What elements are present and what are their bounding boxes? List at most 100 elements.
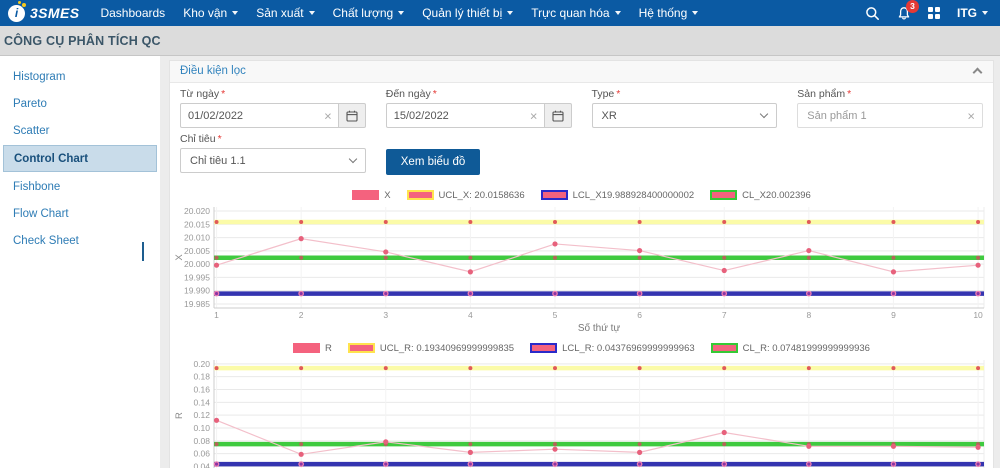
required-mark: * (433, 88, 437, 100)
legend-item[interactable]: LCL_R: 0.04376969999999963 (530, 343, 695, 354)
sidebar-item-fishbone[interactable]: Fishbone (0, 173, 160, 200)
collapse-panel-icon[interactable] (973, 68, 983, 78)
nav-item-label: Dashboards (100, 6, 165, 20)
sidebar-item-flow-chart[interactable]: Flow Chart (0, 200, 160, 227)
legend-label: UCL_R: 0.19340969999999835 (380, 343, 514, 354)
legend-swatch-icon (293, 343, 320, 353)
criteria-field: Chỉ tiêu* Chỉ tiêu 1.1 (180, 133, 366, 175)
sidebar-item-pareto[interactable]: Pareto (0, 90, 160, 117)
svg-text:0.18: 0.18 (193, 372, 210, 382)
legend-swatch-icon (530, 343, 557, 353)
svg-text:20.005: 20.005 (184, 246, 210, 256)
app-logo[interactable]: i 3SMES (8, 5, 79, 22)
nav-item-kho-van[interactable]: Kho vận (174, 0, 247, 26)
type-field: Type* XR (592, 88, 778, 128)
product-field: Sản phẩm* Sản phẩm 1 × (797, 88, 983, 128)
filter-panel-title: Điều kiện lọc (180, 65, 246, 77)
svg-text:19.985: 19.985 (184, 299, 210, 309)
required-mark: * (218, 133, 222, 145)
sidebar-collapse-icon[interactable] (139, 242, 151, 254)
nav-item-he-thong[interactable]: Hệ thống (630, 0, 708, 26)
nav-item-label: Kho vận (183, 6, 227, 20)
required-mark: * (847, 88, 851, 100)
type-label: Type (592, 88, 615, 100)
chevron-down-icon (398, 11, 404, 15)
nav-item-label: Hệ thống (639, 6, 688, 20)
chevron-down-icon (349, 155, 357, 163)
chevron-down-icon (615, 11, 621, 15)
legend-item[interactable]: CL_R: 0.07481999999999936 (711, 343, 870, 354)
notification-badge: 3 (906, 0, 919, 13)
from-date-input[interactable] (180, 103, 339, 128)
r-chart-legend: R UCL_R: 0.19340969999999835 LCL_R: 0.0437… (174, 341, 989, 355)
legend-item[interactable]: LCL_X19.988928400000002 (541, 190, 695, 201)
sidebar-item-control-chart[interactable]: Control Chart (3, 145, 157, 172)
nav-item-dashboards[interactable]: Dashboards (91, 0, 174, 26)
svg-text:19.990: 19.990 (184, 286, 210, 296)
svg-text:2: 2 (299, 310, 304, 320)
nav-item-chat-luong[interactable]: Chất lượng (324, 0, 414, 26)
sidebar-item-histogram[interactable]: Histogram (0, 63, 160, 90)
legend-swatch-icon (541, 190, 568, 200)
to-date-input[interactable] (386, 103, 545, 128)
legend-swatch-icon (348, 343, 375, 353)
legend-label: LCL_R: 0.04376969999999963 (562, 343, 695, 354)
required-mark: * (616, 88, 620, 100)
nav-item-label: Trực quan hóa (531, 6, 609, 20)
clear-icon[interactable]: × (967, 109, 975, 122)
top-navbar: i 3SMES Dashboards Kho vận Sản xuất Chất lư… (0, 0, 1000, 26)
svg-text:1: 1 (214, 310, 219, 320)
page-title: CÔNG CỤ PHÂN TÍCH QC (4, 34, 161, 48)
svg-text:20.020: 20.020 (184, 206, 210, 216)
svg-text:0.20: 0.20 (193, 359, 210, 369)
calendar-icon[interactable] (545, 103, 572, 128)
type-select[interactable]: XR (592, 103, 778, 128)
r-chart: R UCL_R: 0.19340969999999835 LCL_R: 0.0437… (174, 341, 989, 468)
svg-text:0.06: 0.06 (193, 449, 210, 459)
sidebar-item-check-sheet[interactable]: Check Sheet (0, 227, 160, 254)
r-chart-plot: 0.040.060.080.100.120.140.160.180.201234… (174, 355, 990, 468)
sidebar: HistogramParetoScatterControl ChartFishb… (0, 56, 160, 468)
calendar-icon[interactable] (339, 103, 366, 128)
required-mark: * (221, 88, 225, 100)
criteria-select[interactable]: Chỉ tiêu 1.1 (180, 148, 366, 173)
svg-text:6: 6 (637, 310, 642, 320)
nav-item-quan-ly-thiet-bi[interactable]: Quản lý thiết bị (413, 0, 522, 26)
svg-text:0.12: 0.12 (193, 410, 210, 420)
clear-icon[interactable]: × (324, 109, 332, 122)
page-title-bar: CÔNG CỤ PHÂN TÍCH QC (0, 26, 1000, 56)
brand-name: 3SMES (30, 5, 79, 21)
legend-swatch-icon (710, 190, 737, 200)
svg-text:20.010: 20.010 (184, 233, 210, 243)
apps-grid-icon[interactable] (928, 7, 940, 19)
svg-text:7: 7 (722, 310, 727, 320)
nav-item-truc-quan-hoa[interactable]: Trực quan hóa (522, 0, 629, 26)
filter-form: Từ ngày* × Đến ngày* (170, 83, 993, 184)
search-icon[interactable] (865, 6, 880, 21)
legend-label: CL_R: 0.07481999999999936 (743, 343, 870, 354)
legend-item[interactable]: UCL_X: 20.0158636 (407, 190, 525, 201)
user-menu[interactable]: ITG (957, 6, 988, 20)
legend-label: X (384, 190, 390, 201)
legend-item[interactable]: R (293, 343, 332, 354)
legend-item[interactable]: UCL_R: 0.19340969999999835 (348, 343, 514, 354)
to-date-field: Đến ngày* × (386, 88, 572, 128)
notifications-bell-icon[interactable]: 3 (897, 6, 911, 21)
chevron-down-icon (309, 11, 315, 15)
nav-item-san-xuat[interactable]: Sản xuất (247, 0, 323, 26)
nav-item-label: Sản xuất (256, 6, 303, 20)
criteria-select-value: Chỉ tiêu 1.1 (190, 155, 246, 167)
legend-label: UCL_X: 20.0158636 (439, 190, 525, 201)
svg-text:3: 3 (383, 310, 388, 320)
product-select[interactable]: Sản phẩm 1 × (797, 103, 983, 128)
svg-text:0.10: 0.10 (193, 423, 210, 433)
view-chart-button[interactable]: Xem biểu đồ (386, 149, 481, 175)
svg-text:5: 5 (553, 310, 558, 320)
charts-area: X UCL_X: 20.0158636 LCL_X19.98892840000000… (170, 184, 993, 468)
legend-item[interactable]: CL_X20.002396 (710, 190, 811, 201)
sidebar-item-scatter[interactable]: Scatter (0, 117, 160, 144)
navbar-right: 3 ITG (865, 6, 988, 21)
legend-item[interactable]: X (352, 190, 390, 201)
svg-text:X: X (174, 254, 185, 261)
clear-icon[interactable]: × (530, 109, 538, 122)
